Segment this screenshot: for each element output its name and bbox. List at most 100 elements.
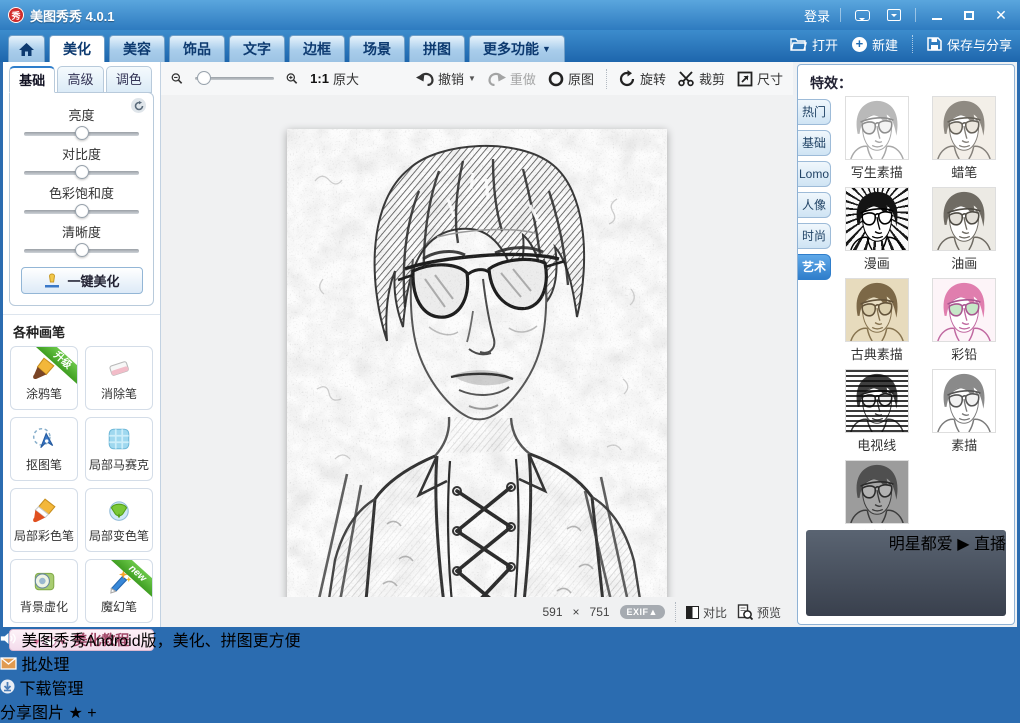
saturation-slider[interactable]: [24, 210, 139, 214]
category-basic[interactable]: 基础: [798, 130, 831, 156]
resize-button[interactable]: 尺寸: [737, 69, 783, 88]
maximize-button[interactable]: [958, 6, 980, 24]
brightness-slider[interactable]: [24, 132, 139, 136]
brush-grid: 升级 涂鸦笔 消除笔 抠图笔 局部马赛克 局部: [3, 346, 160, 623]
category-hot[interactable]: 热门: [798, 99, 831, 125]
effect-sketch[interactable]: 素描: [933, 370, 995, 454]
minimize-button[interactable]: [926, 6, 948, 24]
batch-process-button[interactable]: 批处理: [0, 651, 1020, 675]
tab-basic-adjust[interactable]: 基础: [9, 66, 55, 93]
tab-frame[interactable]: 边框: [289, 35, 345, 62]
tab-scene[interactable]: 场景: [349, 35, 405, 62]
multiply-sign: ×: [573, 605, 580, 619]
speaker-icon: [0, 631, 17, 646]
effect-thumb: [846, 188, 908, 250]
effect-thumb: [846, 97, 908, 159]
category-art[interactable]: 艺术: [798, 254, 831, 280]
effect-oil-painting[interactable]: 油画: [933, 188, 995, 272]
rotate-button[interactable]: 旋转: [619, 69, 666, 88]
preview-button[interactable]: 预览: [737, 604, 781, 621]
show-original-button[interactable]: 原图: [548, 69, 594, 88]
save-share-button[interactable]: 保存与分享: [927, 35, 1012, 54]
ad-text: 明星都爱: [889, 536, 953, 553]
effect-comic[interactable]: 漫画: [846, 188, 908, 272]
tab-advanced-adjust[interactable]: 高级: [57, 66, 103, 93]
local-color-pen-button[interactable]: 局部彩色笔: [10, 488, 78, 552]
zoom-in-icon[interactable]: [286, 70, 298, 87]
zoom-out-icon[interactable]: [171, 70, 183, 87]
login-link[interactable]: 登录: [804, 6, 830, 25]
tab-home[interactable]: [8, 35, 45, 62]
add-share-target-icon[interactable]: +: [87, 705, 96, 722]
background-blur-button[interactable]: 背景虚化: [10, 559, 78, 623]
category-portrait[interactable]: 人像: [798, 192, 831, 218]
tab-beautify[interactable]: 美化: [49, 35, 105, 62]
reset-icon: [134, 101, 144, 111]
window-dropdown-icon: [887, 9, 901, 21]
main-content: 基础 高级 调色 亮度 对比度 色彩饱和度 清晰度 一键美化: [3, 62, 1017, 627]
eraser-pen-button[interactable]: 消除笔: [85, 346, 153, 410]
slider-thumb[interactable]: [75, 204, 89, 218]
effect-tv-lines[interactable]: 电视线: [846, 370, 908, 454]
blur-lens-icon: [31, 568, 57, 594]
download-manager-button[interactable]: 下载管理: [0, 675, 1020, 699]
contrast-slider[interactable]: [24, 171, 139, 175]
sharpness-slider[interactable]: [24, 249, 139, 253]
new-button[interactable]: + 新建: [852, 35, 898, 54]
effect-color-pencil[interactable]: 彩铅: [933, 279, 995, 363]
doodle-pen-button[interactable]: 升级 涂鸦笔: [10, 346, 78, 410]
effect-thumb: [846, 461, 908, 523]
effect-sketch-drawing[interactable]: 写生素描: [846, 97, 908, 181]
one-key-beautify-button[interactable]: 一键美化: [21, 267, 143, 294]
sketch-portrait-image: [287, 129, 667, 612]
undo-dropdown-arrow[interactable]: ▼: [468, 74, 476, 83]
undo-button[interactable]: 撤销 ▼: [416, 69, 476, 88]
crop-button[interactable]: 裁剪: [678, 69, 725, 88]
tab-cosmetology[interactable]: 美容: [109, 35, 165, 62]
separator: [840, 8, 841, 22]
magic-pen-button[interactable]: new 魔幻笔: [85, 559, 153, 623]
open-button[interactable]: 打开: [790, 35, 838, 54]
ad-text-2: 直播: [974, 536, 1006, 553]
zoom-slider[interactable]: [195, 77, 275, 80]
compare-button[interactable]: 对比: [686, 604, 727, 621]
save-icon: [927, 37, 942, 51]
image-width: 591: [542, 605, 562, 619]
close-button[interactable]: ✕: [990, 6, 1012, 24]
ad-celebrity-face: [834, 530, 862, 616]
effects-grid: 写生素描 蜡笔 漫画 油画: [831, 95, 1014, 524]
actual-size-button[interactable]: 1:1 原大: [310, 69, 359, 88]
local-mosaic-button[interactable]: 局部马赛克: [85, 417, 153, 481]
tab-text[interactable]: 文字: [229, 35, 285, 62]
effect-thumb: [846, 370, 908, 432]
tab-accessories[interactable]: 饰品: [169, 35, 225, 62]
effect-classic-sketch[interactable]: 古典素描: [846, 279, 908, 363]
canvas-area: [161, 95, 793, 597]
share-images-button[interactable]: 分享图片: [0, 705, 64, 722]
slider-thumb[interactable]: [75, 126, 89, 140]
cutout-pen-button[interactable]: 抠图笔: [10, 417, 78, 481]
effects-panel: 特效： 热门 基础 Lomo 人像 时尚 艺术 写生素描: [797, 64, 1015, 625]
category-fashion[interactable]: 时尚: [798, 223, 831, 249]
local-recolor-pen-button[interactable]: 局部变色笔: [85, 488, 153, 552]
feedback-button[interactable]: [851, 6, 873, 24]
effect-crayon[interactable]: 蜡笔: [933, 97, 995, 181]
qzone-icon[interactable]: ★: [68, 705, 82, 722]
tab-collage[interactable]: 拼图: [409, 35, 465, 62]
skin-menu-button[interactable]: [883, 6, 905, 24]
slider-thumb[interactable]: [75, 243, 89, 257]
edited-photo[interactable]: [287, 129, 667, 612]
slider-thumb[interactable]: [75, 165, 89, 179]
exif-badge[interactable]: EXIF▲: [620, 605, 665, 619]
maximize-icon: [964, 11, 974, 20]
redo-button[interactable]: 重做: [488, 69, 536, 88]
zoom-slider-thumb[interactable]: [197, 71, 211, 85]
category-lomo[interactable]: Lomo: [798, 161, 831, 187]
chat-bubble-icon: [855, 10, 870, 21]
tab-tone-adjust[interactable]: 调色: [106, 66, 152, 93]
promo-message[interactable]: 美图秀秀Android版，美化、拼图更方便: [21, 633, 300, 650]
ad-banner[interactable]: 明星都爱 ▶ 直播: [806, 530, 1006, 616]
tab-more-features[interactable]: 更多功能▼: [469, 35, 565, 62]
reset-button[interactable]: [131, 98, 146, 113]
redo-icon: [488, 71, 506, 86]
